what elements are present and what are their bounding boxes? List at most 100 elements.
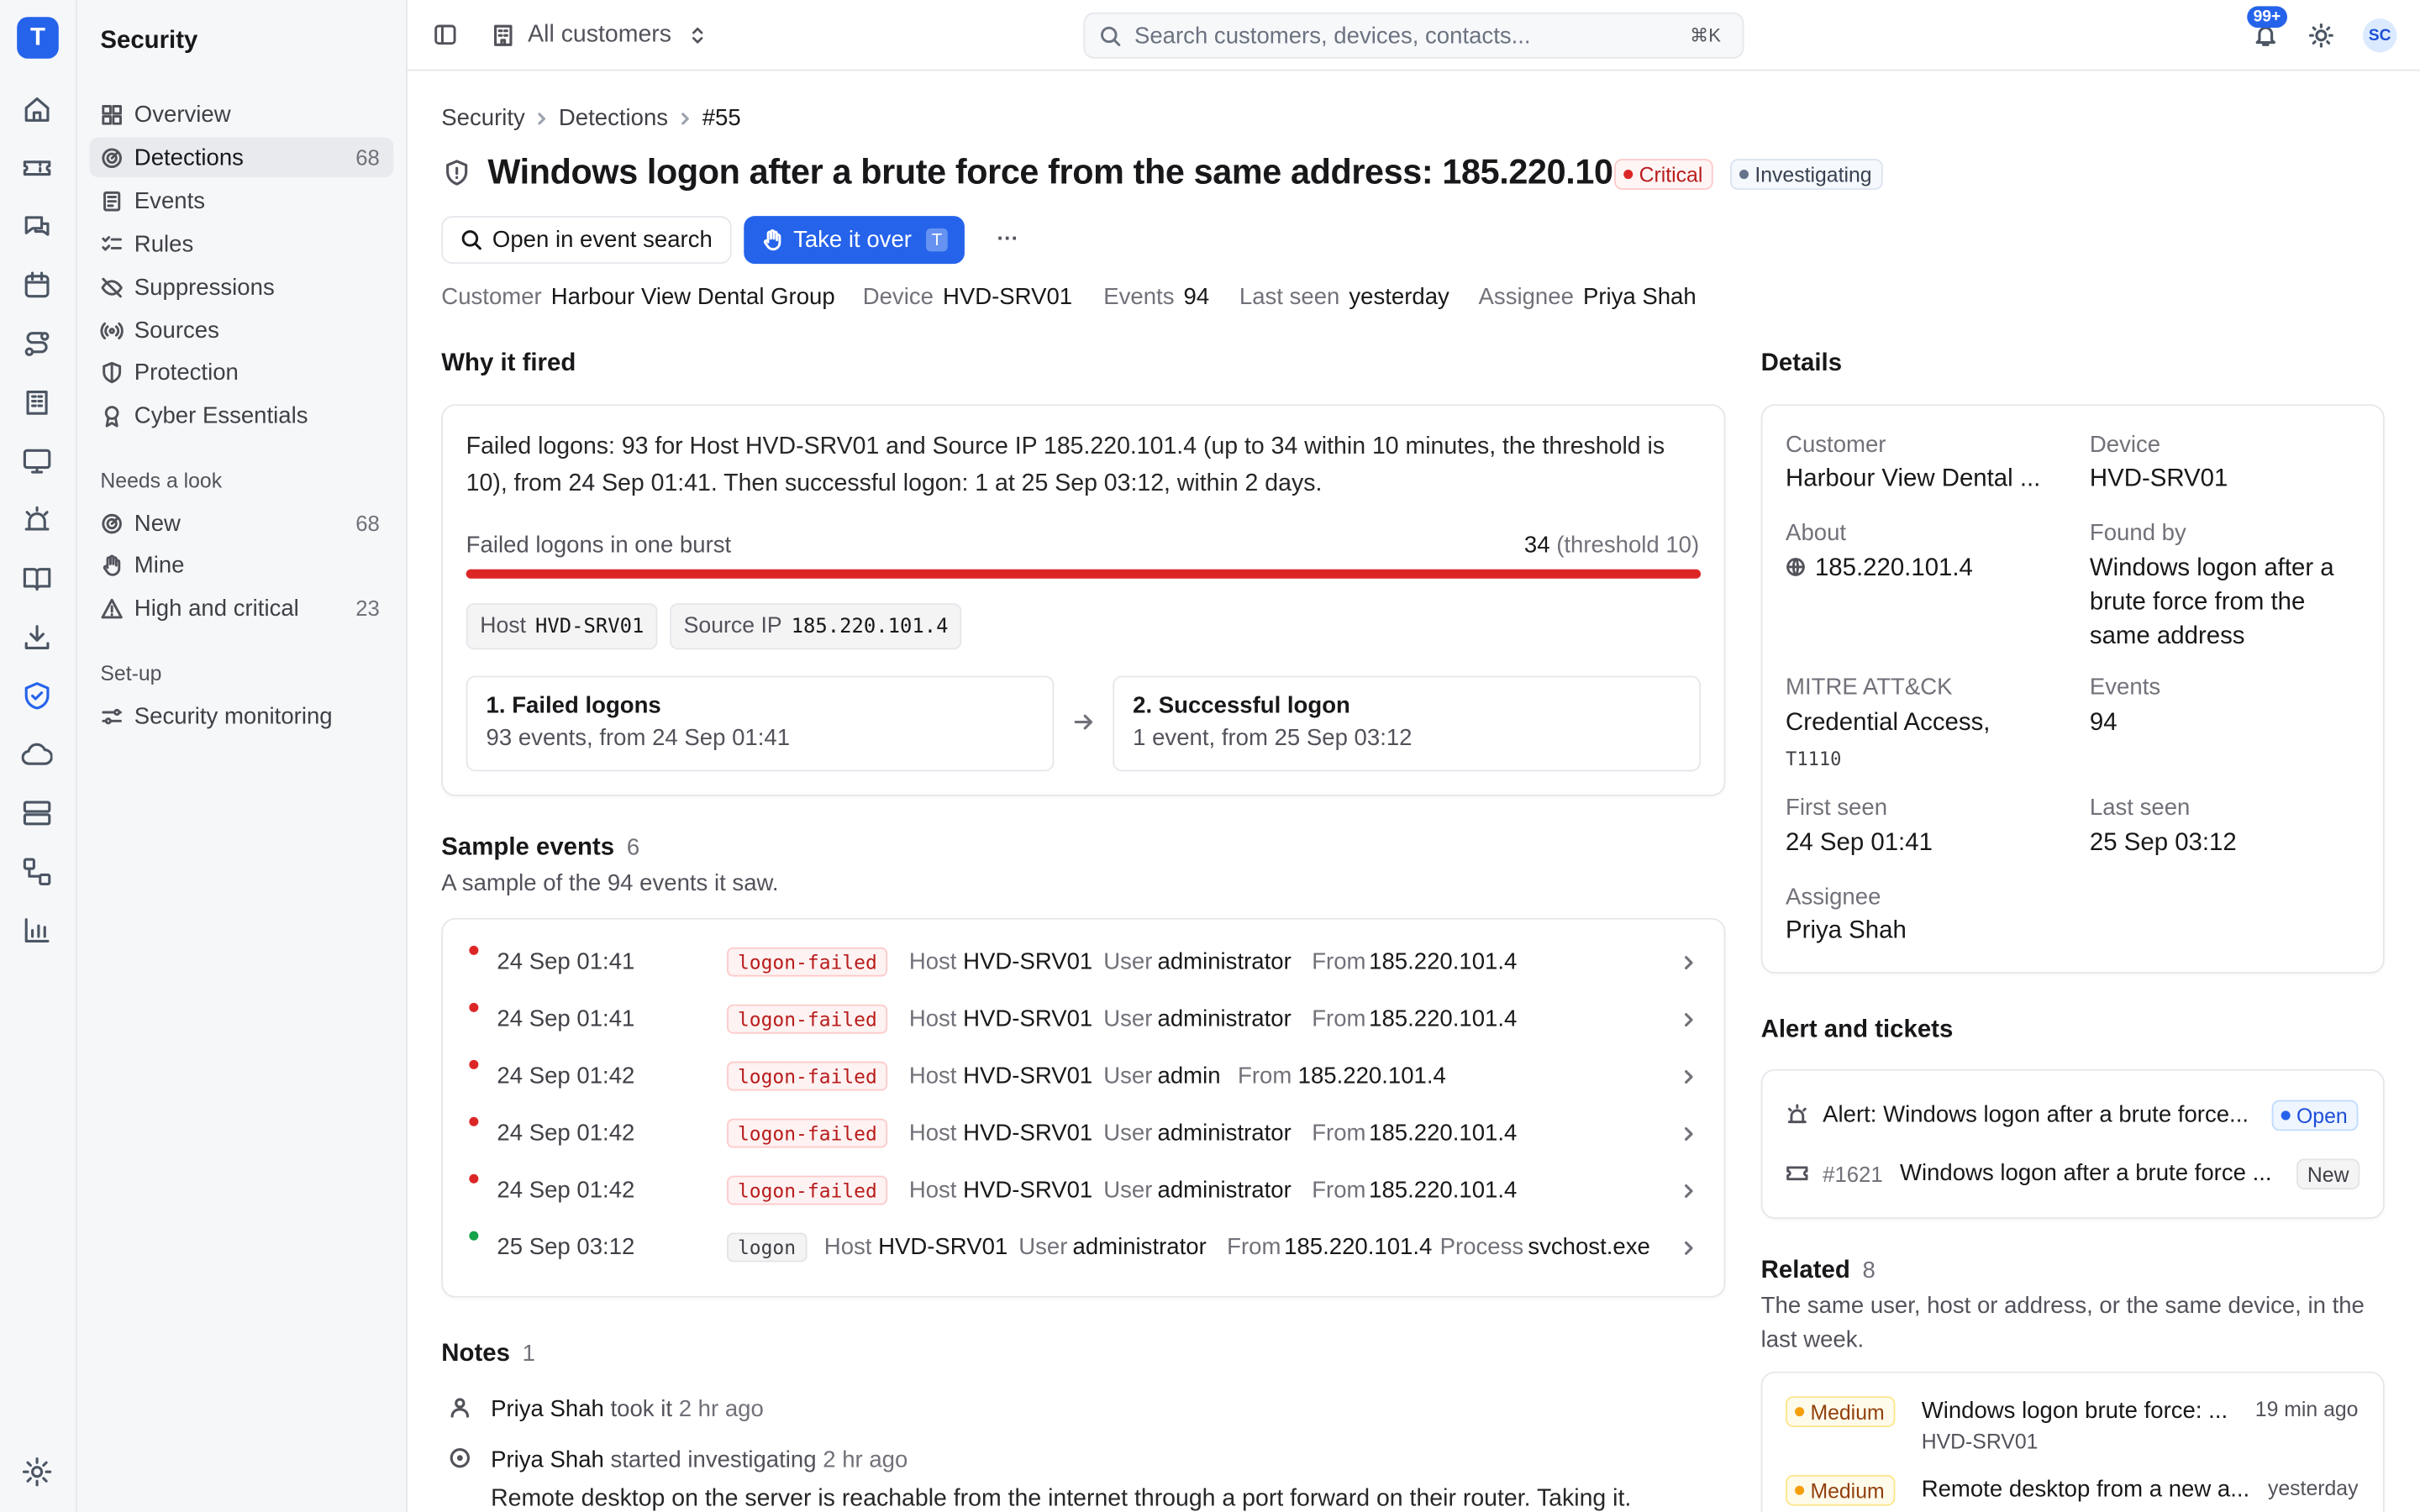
shield-half-icon: [103, 360, 122, 383]
more-actions-button[interactable]: ···: [997, 225, 1019, 249]
award-icon: [104, 405, 119, 427]
search-shortcut: ⌘K: [1690, 24, 1721, 47]
burst-value: 34 (threshold 10): [1523, 532, 1700, 559]
tag-source-ip[interactable]: Source IP 185.220.101.4: [670, 603, 963, 650]
cloud-icon[interactable]: [21, 739, 53, 770]
burst-bar-track: [466, 569, 1702, 579]
sidebar-item-cyber-essentials[interactable]: Cyber Essentials: [90, 395, 394, 435]
burst-bar-fill: [466, 569, 1702, 579]
sample-event-row[interactable]: 24 Sep 01:41 logon-failed Host HVD-SRV01 Use…: [443, 933, 1723, 990]
event-label: logon-failed: [727, 1061, 888, 1091]
meta-events: Events 94: [1103, 283, 1210, 311]
server-icon[interactable]: [22, 798, 53, 829]
detail-last-seen-value: 25 Sep 03:12: [2089, 830, 2237, 857]
related-1-title[interactable]: Windows logon brute force: ...: [1922, 1398, 2228, 1424]
breadcrumb-detections[interactable]: Detections: [559, 105, 668, 131]
global-search[interactable]: ⌘K: [1083, 12, 1744, 59]
event-host-key: Host: [908, 948, 957, 975]
building-icon: [494, 24, 513, 46]
sidebar-item-label: High and critical: [134, 595, 299, 622]
detail-device-label: Device: [2089, 432, 2161, 459]
sidebar-item-label: Overview: [134, 101, 231, 128]
event-user: admin: [1157, 1063, 1221, 1089]
take-it-over-button[interactable]: Take it over T: [744, 216, 965, 265]
customer-scope-selector[interactable]: All customers: [491, 18, 708, 52]
step-successful-logon: 2. Successful logon 1 event, from 25 Sep …: [1113, 675, 1702, 772]
alert-link[interactable]: Alert: Windows logon after a brute force…: [1823, 1101, 2249, 1127]
sample-event-row[interactable]: 24 Sep 01:42 logon-failed Host HVD-SRV01 Use…: [443, 1105, 1723, 1162]
sidebar-item-sources[interactable]: Sources: [90, 310, 394, 350]
breadcrumb-security[interactable]: Security: [441, 105, 525, 131]
alert-status-badge: Open: [2271, 1100, 2359, 1131]
breadcrumb-current: #55: [702, 104, 741, 132]
tag-host[interactable]: Host HVD-SRV01: [466, 603, 658, 650]
sidebar-item-protection[interactable]: Protection: [90, 352, 394, 392]
event-from: 185.220.101.4: [1369, 1120, 1518, 1147]
note-2-body: Remote desktop on the server is reachabl…: [491, 1485, 1632, 1512]
event-user-key: User: [1103, 1063, 1153, 1089]
sun-icon[interactable]: [2308, 23, 2333, 48]
home-icon[interactable]: [22, 94, 53, 125]
signal-icon: [100, 321, 124, 339]
sidebar-item-suppressions[interactable]: Suppressions: [90, 267, 394, 307]
ticket-icon[interactable]: [22, 153, 53, 184]
related-2-title[interactable]: Remote desktop from a new a...: [1922, 1477, 2249, 1503]
event-process-key: Process: [1439, 1234, 1524, 1261]
customer-scope-label: All customers: [528, 21, 672, 48]
ticket-icon: [1786, 1166, 1808, 1181]
detail-customer-value[interactable]: Harbour View Dental ...: [1786, 463, 2040, 496]
sample-event-row[interactable]: 24 Sep 01:42 logon-failed Host HVD-SRV01 Use…: [443, 1047, 1723, 1105]
event-status-dot: [469, 1116, 479, 1126]
related-2-time: yesterday: [2267, 1476, 2359, 1500]
settings-icon[interactable]: [22, 1457, 53, 1488]
sidebar-item-detections[interactable]: Detections 68: [89, 137, 394, 178]
sidebar-item-rules[interactable]: Rules: [90, 223, 394, 264]
sidebar-section-needs-look: Needs a look: [100, 469, 223, 492]
ticket-id: #1621: [1823, 1162, 1883, 1187]
app-logo[interactable]: T: [17, 17, 59, 59]
download-icon[interactable]: [22, 622, 53, 653]
book-icon[interactable]: [22, 563, 53, 594]
sample-event-row[interactable]: 25 Sep 03:12 logon Host HVD-SRV01 User admini…: [443, 1219, 1723, 1276]
notification-badge: 99+: [2247, 6, 2287, 29]
event-host-key: Host: [823, 1234, 872, 1261]
chart-icon[interactable]: [22, 915, 53, 946]
event-from-key: From: [1312, 948, 1366, 975]
route-icon[interactable]: [22, 328, 53, 360]
detail-customer-label: Customer: [1786, 432, 1886, 459]
monitor-icon[interactable]: [22, 446, 53, 477]
workflow-icon[interactable]: [22, 856, 53, 887]
building-icon[interactable]: [22, 387, 53, 418]
chat-icon[interactable]: [22, 212, 53, 243]
sidebar-item-high-critical[interactable]: High and critical 23: [90, 588, 394, 628]
event-host: HVD-SRV01: [963, 1177, 1093, 1204]
eye-off-icon: [101, 276, 123, 297]
event-user-key: User: [1103, 1005, 1153, 1032]
detail-found-by-value[interactable]: Windows logon after a brute force from th…: [2090, 553, 2334, 654]
why-explanation-line2: 10), from 24 Sep 01:41. Then successful …: [466, 470, 1323, 497]
meta-customer: Customer Harbour View Dental Group: [441, 283, 835, 311]
page-title: Windows logon after a brute force from t…: [487, 152, 1660, 192]
detail-device-value[interactable]: HVD-SRV01: [2090, 463, 2228, 496]
sidebar-item-mine[interactable]: Mine: [90, 544, 394, 585]
open-event-search-button[interactable]: Open in event search: [441, 216, 731, 265]
step-failed-logons: 1. Failed logons 93 events, from 24 Sep 0…: [466, 675, 1055, 772]
sample-event-row[interactable]: 24 Sep 01:42 logon-failed Host HVD-SRV01 Use…: [443, 1162, 1723, 1219]
sidebar-item-security-monitoring[interactable]: Security monitoring: [90, 696, 394, 736]
sidebar-item-events[interactable]: Events: [90, 181, 394, 221]
chevron-right-icon: [1685, 1241, 1693, 1255]
siren-icon[interactable]: [22, 505, 53, 536]
shield-alert-icon: [446, 160, 468, 186]
sidebar-toggle-icon[interactable]: [434, 24, 457, 47]
sidebar-item-new[interactable]: New 68: [90, 503, 394, 543]
user-avatar[interactable]: SC: [2362, 18, 2397, 53]
ticket-link[interactable]: Windows logon after a brute force ...: [1900, 1160, 2272, 1186]
sample-events-heading: Sample events 6: [441, 834, 640, 861]
search-input[interactable]: [1134, 22, 1644, 49]
shield-icon[interactable]: [22, 680, 53, 711]
sidebar-item-overview[interactable]: Overview: [90, 94, 394, 134]
burst-label: Failed logons in one burst: [466, 532, 732, 559]
sample-event-row[interactable]: 24 Sep 01:41 logon-failed Host HVD-SRV01 Use…: [443, 990, 1723, 1047]
sidebar-item-label: Sources: [134, 317, 219, 344]
calendar-icon[interactable]: [22, 270, 53, 301]
